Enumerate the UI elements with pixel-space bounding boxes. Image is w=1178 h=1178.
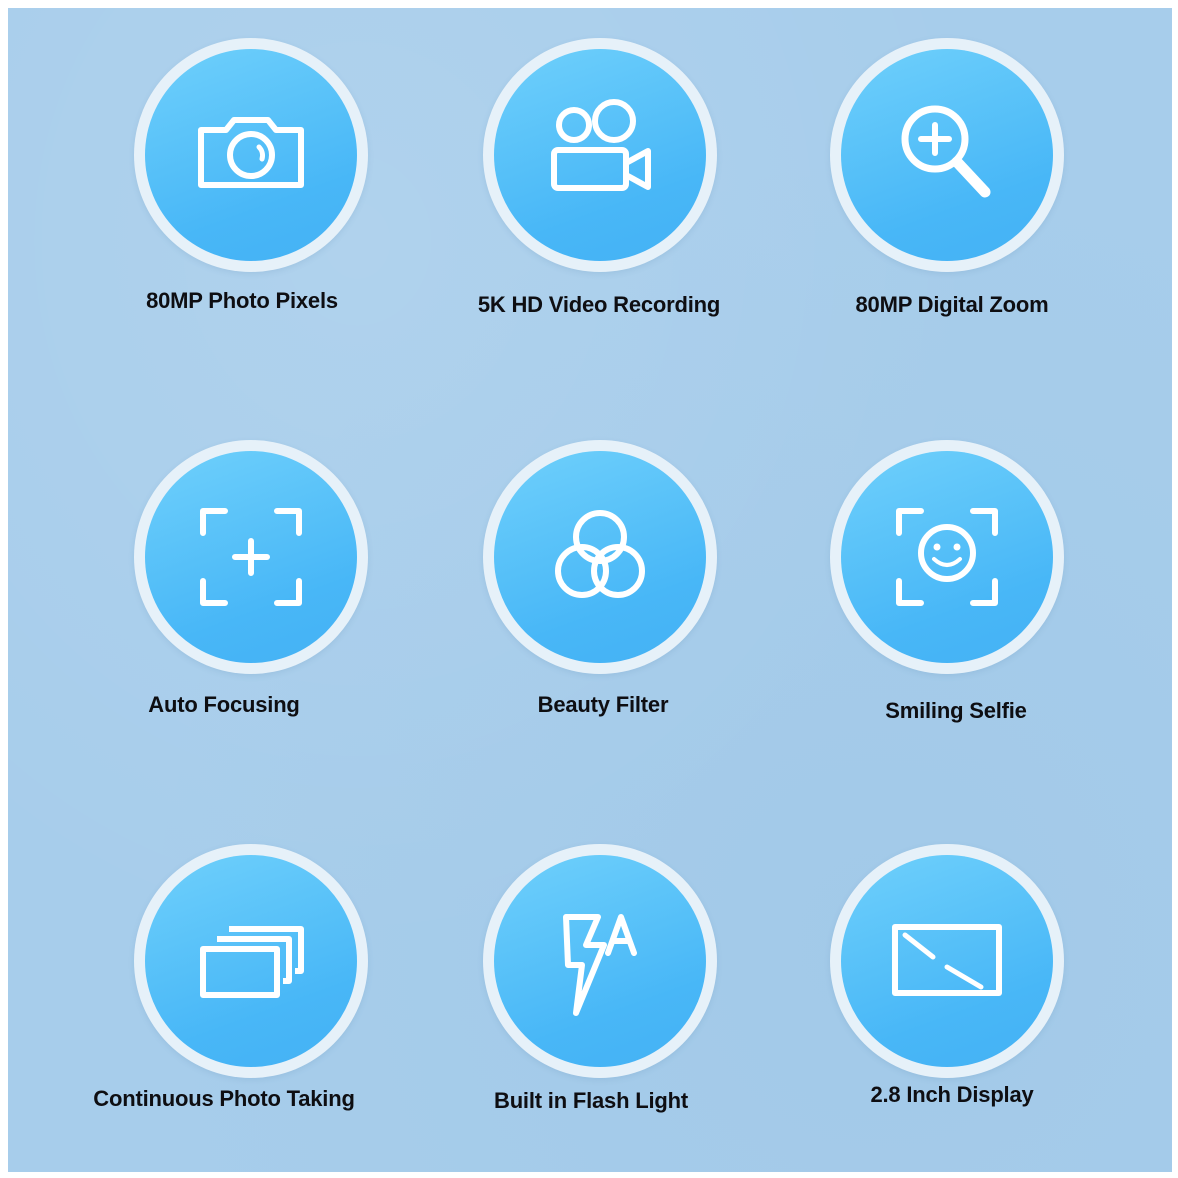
feature-auto-focusing: Auto Focusing	[100, 440, 400, 760]
display-screen-icon	[892, 924, 1002, 996]
icon-ring	[830, 844, 1064, 1078]
feature-label: Smiling Selfie	[885, 698, 1027, 723]
icon-ring	[483, 440, 717, 674]
icon-ring	[134, 38, 368, 272]
icon-ring	[483, 844, 717, 1078]
feature-label: 80MP Digital Zoom	[855, 292, 1049, 317]
icon-disc	[494, 49, 706, 261]
feature-continuous-photo: Continuous Photo Taking	[93, 844, 400, 1164]
smile-face-frame-icon	[896, 508, 998, 606]
stacked-photos-icon	[200, 926, 304, 998]
feature-beauty-filter: Beauty Filter	[449, 440, 749, 760]
feature-label: Beauty Filter	[537, 692, 669, 717]
icon-ring	[134, 844, 368, 1078]
icon-ring	[830, 440, 1064, 674]
feature-photo-pixels: 80MP Photo Pixels	[100, 38, 400, 358]
feature-label: Auto Focusing	[148, 692, 300, 717]
feature-label: 5K HD Video Recording	[477, 292, 721, 317]
icon-ring	[134, 440, 368, 674]
icon-disc	[841, 49, 1053, 261]
feature-label: 2.8 Inch Display	[870, 1082, 1034, 1107]
feature-label: Built in Flash Light	[494, 1088, 688, 1113]
icon-disc	[841, 855, 1053, 1067]
camera-icon	[198, 117, 304, 188]
icon-disc	[145, 451, 357, 663]
feature-video-recording: 5K HD Video Recording	[449, 38, 749, 358]
feature-label: 80MP Photo Pixels	[146, 288, 338, 313]
icon-disc	[841, 451, 1053, 663]
icon-disc	[145, 855, 357, 1067]
feature-digital-zoom: 80MP Digital Zoom	[796, 38, 1096, 358]
feature-panel: 80MP Photo Pixels 5K HD Video Recording	[8, 8, 1172, 1172]
filter-circles-icon	[555, 510, 645, 598]
video-camera-icon	[551, 99, 651, 191]
zoom-in-icon	[901, 105, 991, 198]
feature-flash-light: Built in Flash Light	[449, 844, 749, 1164]
focus-frame-icon	[200, 508, 302, 606]
feature-smiling-selfie: Smiling Selfie	[796, 440, 1096, 760]
icon-disc	[494, 855, 706, 1067]
feature-display: 2.8 Inch Display	[796, 844, 1096, 1164]
feature-label: Continuous Photo Taking	[93, 1086, 355, 1111]
icon-disc	[145, 49, 357, 261]
icon-ring	[830, 38, 1064, 272]
icon-disc	[494, 451, 706, 663]
auto-flash-icon	[563, 914, 637, 1016]
icon-ring	[483, 38, 717, 272]
